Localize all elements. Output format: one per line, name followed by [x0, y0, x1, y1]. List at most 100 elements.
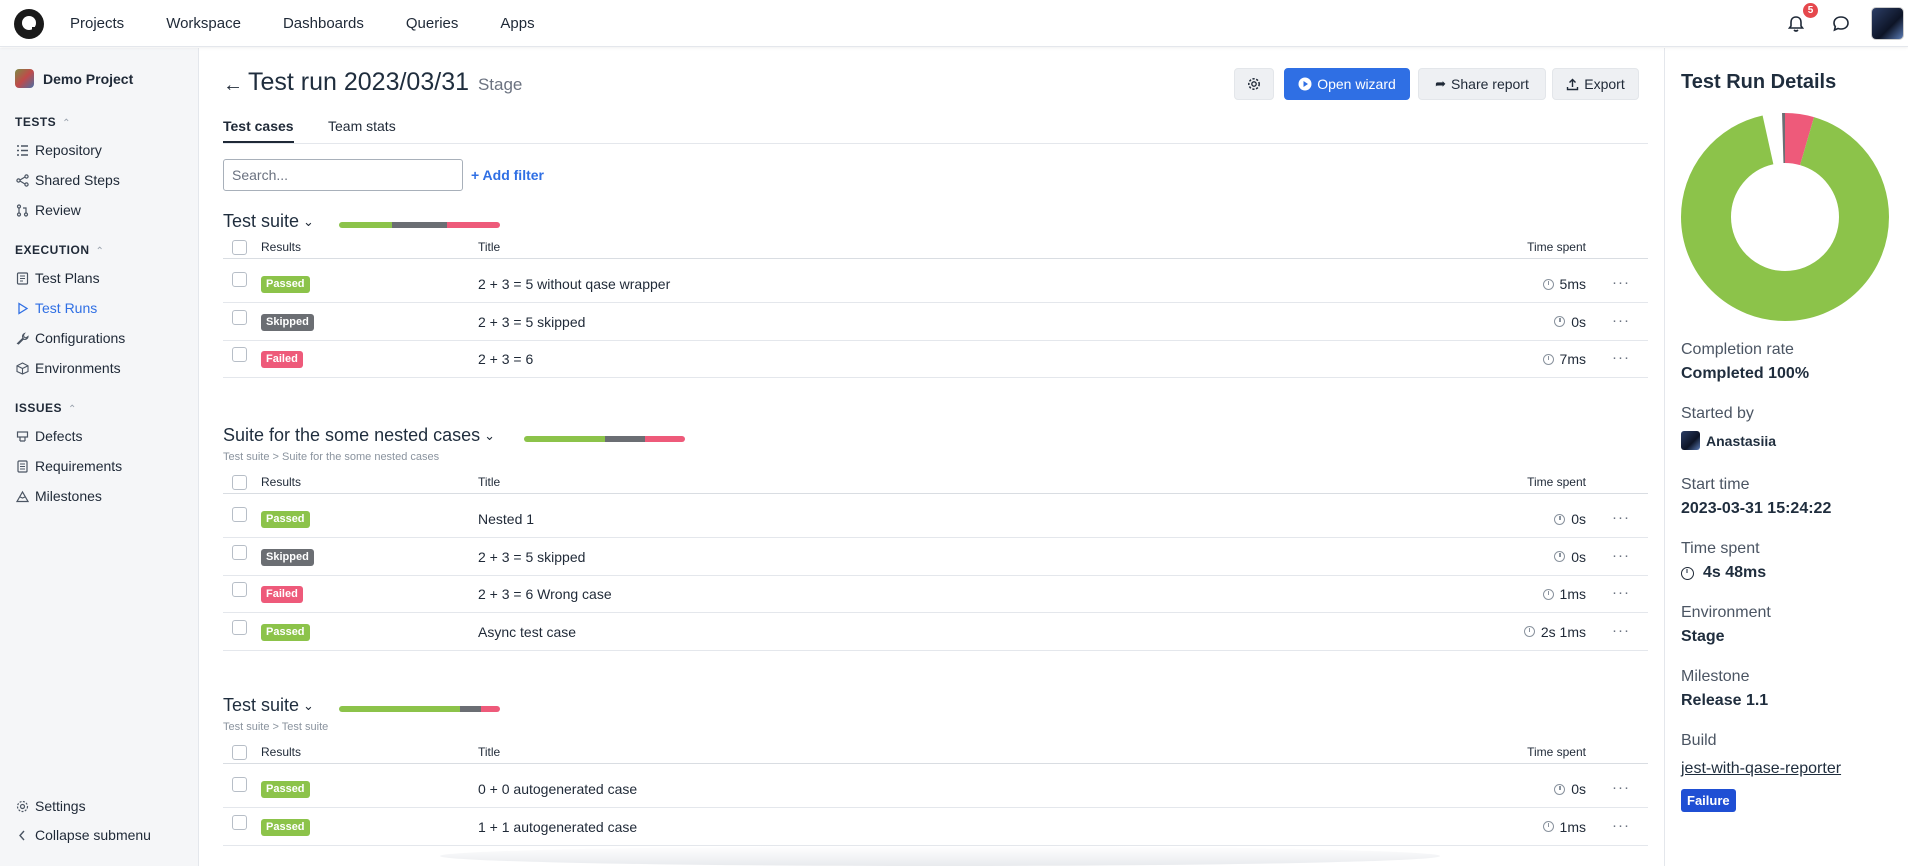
project-name: Demo Project: [43, 70, 134, 87]
case-title[interactable]: 2 + 3 = 6 Wrong case: [478, 586, 612, 602]
table-row[interactable]: Skipped 2 + 3 = 5 skipped 0s ···: [223, 539, 1648, 576]
table-header: Results Title Time spent: [223, 740, 1648, 764]
top-nav: Projects Workspace Dashboards Queries Ap…: [0, 0, 1908, 47]
section-tests[interactable]: TESTS ⌃: [15, 115, 71, 129]
sidebar-item-defects[interactable]: Defects: [15, 428, 82, 444]
settings-button[interactable]: [1234, 68, 1274, 100]
status-badge: Failed: [261, 351, 303, 368]
started-by-value: Anastasiia: [1681, 431, 1776, 450]
select-all-checkbox[interactable]: [232, 745, 247, 760]
notification-badge: 5: [1803, 3, 1818, 18]
sidebar-item-label: Review: [35, 202, 81, 218]
more-options-icon[interactable]: ···: [1612, 274, 1630, 291]
sidebar-settings[interactable]: Settings: [15, 798, 86, 814]
search-input[interactable]: Search...: [223, 159, 463, 191]
suite-header[interactable]: Suite for the some nested cases ⌄: [223, 425, 495, 446]
case-title[interactable]: 0 + 0 autogenerated case: [478, 781, 637, 797]
sidebar-item-review[interactable]: Review: [15, 202, 81, 218]
user-avatar[interactable]: [1871, 7, 1904, 40]
build-link[interactable]: jest-with-qase-reporter: [1681, 760, 1841, 778]
suite-progress-bar: [524, 436, 685, 442]
build-label: Build: [1681, 732, 1717, 749]
progress-segment-skipped: [392, 222, 447, 228]
time-value: 0s: [1571, 548, 1586, 565]
tab-test-cases[interactable]: Test cases: [223, 118, 294, 143]
row-checkbox[interactable]: [232, 272, 247, 287]
case-title[interactable]: 1 + 1 autogenerated case: [478, 819, 637, 835]
more-options-icon[interactable]: ···: [1612, 312, 1630, 329]
time-spent: 0s: [1554, 314, 1586, 330]
nav-link-projects[interactable]: Projects: [70, 15, 124, 32]
row-checkbox[interactable]: [232, 544, 247, 560]
suite-header[interactable]: Test suite ⌄: [223, 695, 314, 716]
row-checkbox[interactable]: [232, 309, 247, 325]
chat-icon[interactable]: [1830, 13, 1852, 35]
table-row[interactable]: Passed 2 + 3 = 5 without qase wrapper 5ms ·…: [223, 266, 1648, 303]
more-options-icon[interactable]: ···: [1612, 584, 1630, 601]
table-row[interactable]: Failed 2 + 3 = 6 Wrong case 1ms ···: [223, 576, 1648, 613]
select-all-checkbox[interactable]: [232, 240, 247, 255]
project-switcher[interactable]: Demo Project: [15, 69, 133, 88]
tab-team-stats[interactable]: Team stats: [328, 118, 396, 141]
share-report-button[interactable]: ➦ Share report: [1418, 68, 1546, 100]
row-checkbox[interactable]: [232, 582, 247, 597]
table-row[interactable]: Passed Nested 1 0s ···: [223, 501, 1648, 538]
suite-breadcrumb: Test suite > Test suite: [223, 721, 329, 733]
more-options-icon[interactable]: ···: [1612, 349, 1630, 366]
case-title[interactable]: Nested 1: [478, 511, 534, 527]
table-row[interactable]: Passed 0 + 0 autogenerated case 0s ···: [223, 771, 1648, 808]
row-checkbox[interactable]: [232, 347, 247, 362]
sidebar-item-shared-steps[interactable]: Shared Steps: [15, 172, 120, 188]
row-checkbox[interactable]: [232, 777, 247, 792]
sidebar-item-milestones[interactable]: Milestones: [15, 488, 102, 504]
qase-logo-icon[interactable]: [14, 9, 44, 39]
nav-link-dashboards[interactable]: Dashboards: [283, 15, 364, 32]
more-options-icon[interactable]: ···: [1612, 622, 1630, 639]
row-checkbox[interactable]: [232, 814, 247, 830]
case-title[interactable]: 2 + 3 = 5 skipped: [478, 314, 585, 330]
collapse-submenu-button[interactable]: Collapse submenu: [15, 827, 151, 843]
suite-header[interactable]: Test suite ⌄: [223, 211, 314, 232]
section-execution[interactable]: EXECUTION ⌃: [15, 243, 104, 257]
progress-segment-failed: [644, 436, 685, 442]
sidebar-item-configurations[interactable]: Configurations: [15, 330, 125, 346]
more-options-icon[interactable]: ···: [1612, 779, 1630, 796]
sidebar-item-repository[interactable]: Repository: [15, 142, 102, 158]
select-all-checkbox[interactable]: [232, 475, 247, 490]
share-icon: ➦: [1435, 76, 1447, 91]
table-row[interactable]: Skipped 2 + 3 = 5 skipped 0s ···: [223, 304, 1648, 341]
case-title[interactable]: 2 + 3 = 5 skipped: [478, 549, 585, 565]
sidebar-item-test-plans[interactable]: Test Plans: [15, 270, 100, 286]
progress-segment-failed: [480, 706, 500, 712]
case-title[interactable]: 2 + 3 = 5 without qase wrapper: [478, 276, 670, 292]
back-arrow-icon[interactable]: ←: [223, 74, 243, 97]
more-options-icon[interactable]: ···: [1612, 547, 1630, 564]
sidebar-item-environments[interactable]: Environments: [15, 360, 121, 376]
table-row[interactable]: Passed Async test case 2s 1ms ···: [223, 614, 1648, 651]
time-value: 0s: [1571, 313, 1586, 330]
export-button[interactable]: Export: [1552, 68, 1639, 100]
bell-icon[interactable]: [1786, 14, 1806, 34]
section-label: ISSUES: [15, 401, 63, 415]
time-value: 0s: [1571, 781, 1586, 797]
nav-link-apps[interactable]: Apps: [500, 15, 534, 32]
more-options-icon[interactable]: ···: [1612, 817, 1630, 834]
nav-link-queries[interactable]: Queries: [406, 15, 459, 32]
table-row[interactable]: Failed 2 + 3 = 6 7ms ···: [223, 341, 1648, 378]
sidebar-item-test-runs[interactable]: Test Runs: [15, 300, 97, 316]
section-issues[interactable]: ISSUES ⌃: [15, 401, 77, 415]
sidebar-item-label: Milestones: [35, 488, 102, 504]
nav-link-workspace[interactable]: Workspace: [166, 15, 241, 32]
start-time-value: 2023-03-31 15:24:22: [1681, 500, 1832, 517]
row-checkbox[interactable]: [232, 619, 247, 635]
gear-icon: [15, 799, 29, 813]
case-title[interactable]: 2 + 3 = 6: [478, 351, 533, 367]
chevron-up-icon: ⌃: [62, 118, 72, 129]
case-title[interactable]: Async test case: [478, 624, 576, 640]
row-checkbox[interactable]: [232, 507, 247, 522]
open-wizard-button[interactable]: Open wizard: [1284, 68, 1410, 100]
add-filter-button[interactable]: + Add filter: [471, 167, 544, 183]
table-row[interactable]: Passed 1 + 1 autogenerated case 1ms ···: [223, 809, 1648, 846]
more-options-icon[interactable]: ···: [1612, 509, 1630, 526]
sidebar-item-requirements[interactable]: Requirements: [15, 458, 122, 474]
